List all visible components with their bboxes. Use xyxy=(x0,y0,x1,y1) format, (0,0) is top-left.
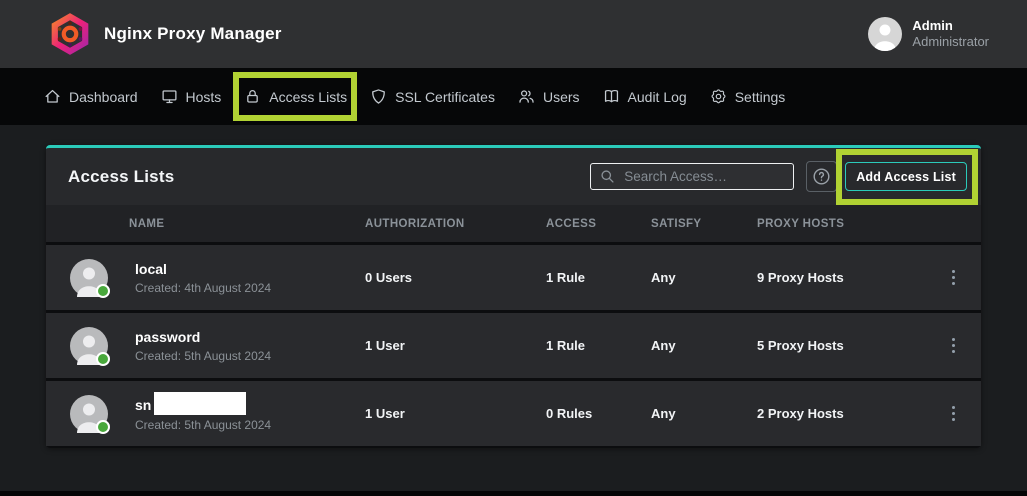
nav-label-users: Users xyxy=(543,89,580,105)
nav-label-ssl-certificates: SSL Certificates xyxy=(395,89,495,105)
vertical-dots-icon xyxy=(952,406,956,422)
nav-item-access-lists[interactable]: Access Lists xyxy=(244,88,347,105)
nav-item-settings[interactable]: Settings xyxy=(710,88,786,105)
table-row-local[interactable]: local Created: 4th August 2024 0 Users 1… xyxy=(46,245,981,310)
search-box xyxy=(590,163,794,190)
vertical-dots-icon xyxy=(952,338,956,354)
authorization-value: 1 User xyxy=(365,338,546,353)
user-role: Administrator xyxy=(912,34,989,50)
panel-title: Access Lists xyxy=(68,167,590,187)
access-lists-panel: Access Lists Add Access List xyxy=(46,145,981,448)
search-input[interactable] xyxy=(624,169,784,184)
row-menu-button[interactable] xyxy=(926,381,981,446)
help-button[interactable] xyxy=(806,161,837,192)
vertical-dots-icon xyxy=(952,270,956,286)
nav-label-access-lists: Access Lists xyxy=(269,89,347,105)
gear-icon xyxy=(710,88,727,105)
status-dot-online xyxy=(96,420,110,434)
panel-header: Access Lists Add Access List xyxy=(46,148,981,205)
nav-label-dashboard: Dashboard xyxy=(69,89,138,105)
proxy-hosts-value: 5 Proxy Hosts xyxy=(757,338,926,353)
user-name: Admin xyxy=(912,18,989,34)
proxy-hosts-value: 2 Proxy Hosts xyxy=(757,406,926,421)
satisfy-value: Any xyxy=(651,270,757,285)
authorization-value: 1 User xyxy=(365,406,546,421)
app-header: Nginx Proxy Manager Admin Administrator xyxy=(0,0,1027,68)
screen-bottom-edge xyxy=(0,491,1027,496)
monitor-icon xyxy=(161,88,178,105)
column-header-access: ACCESS xyxy=(546,218,651,230)
access-list-name: sn xyxy=(135,397,151,414)
access-value: 1 Rule xyxy=(546,270,651,285)
table-body: local Created: 4th August 2024 0 Users 1… xyxy=(46,242,981,448)
nav-item-dashboard[interactable]: Dashboard xyxy=(44,88,138,105)
satisfy-value: Any xyxy=(651,338,757,353)
nav-item-ssl-certificates[interactable]: SSL Certificates xyxy=(370,88,495,105)
main-nav: Dashboard Hosts Access Lists SSL Certifi… xyxy=(0,68,1027,125)
home-icon xyxy=(44,88,61,105)
created-date: Created: 4th August 2024 xyxy=(135,281,271,295)
avatar xyxy=(70,259,108,297)
add-access-list-button[interactable]: Add Access List xyxy=(845,162,967,191)
column-header-name: NAME xyxy=(46,218,365,230)
access-list-name: local xyxy=(135,261,167,278)
column-header-authorization: AUTHORIZATION xyxy=(365,218,546,230)
nav-item-audit-log[interactable]: Audit Log xyxy=(603,88,687,105)
access-value: 1 Rule xyxy=(546,338,651,353)
redaction-box xyxy=(154,392,246,415)
table-row-password[interactable]: password Created: 5th August 2024 1 User… xyxy=(46,313,981,378)
status-dot-online xyxy=(96,352,110,366)
search-icon xyxy=(600,169,615,184)
column-header-proxy-hosts: PROXY HOSTS xyxy=(757,218,926,230)
nav-label-hosts: Hosts xyxy=(186,89,222,105)
row-menu-button[interactable] xyxy=(926,245,981,310)
avatar xyxy=(70,395,108,433)
row-menu-button[interactable] xyxy=(926,313,981,378)
user-avatar xyxy=(868,17,902,51)
authorization-value: 0 Users xyxy=(365,270,546,285)
created-date: Created: 5th August 2024 xyxy=(135,418,271,432)
status-dot-online xyxy=(96,284,110,298)
shield-icon xyxy=(370,88,387,105)
nginx-proxy-manager-logo-icon xyxy=(50,12,90,56)
app-title: Nginx Proxy Manager xyxy=(104,24,282,44)
book-icon xyxy=(603,88,620,105)
nav-label-settings: Settings xyxy=(735,89,786,105)
access-value: 0 Rules xyxy=(546,406,651,421)
created-date: Created: 5th August 2024 xyxy=(135,349,271,363)
nav-item-users[interactable]: Users xyxy=(518,88,580,105)
content-area: Access Lists Add Access List xyxy=(0,125,1027,496)
access-list-name: password xyxy=(135,329,200,346)
column-header-satisfy: SATISFY xyxy=(651,218,757,230)
users-icon xyxy=(518,88,535,105)
avatar xyxy=(70,327,108,365)
table-row-sn[interactable]: sn Created: 5th August 2024 1 User 0 Rul… xyxy=(46,381,981,446)
nav-item-hosts[interactable]: Hosts xyxy=(161,88,222,105)
help-icon xyxy=(812,167,831,186)
proxy-hosts-value: 9 Proxy Hosts xyxy=(757,270,926,285)
lock-icon xyxy=(244,88,261,105)
nav-label-audit-log: Audit Log xyxy=(628,89,687,105)
satisfy-value: Any xyxy=(651,406,757,421)
table-header-row: NAME AUTHORIZATION ACCESS SATISFY PROXY … xyxy=(46,205,981,242)
user-menu[interactable]: Admin Administrator xyxy=(868,17,997,51)
